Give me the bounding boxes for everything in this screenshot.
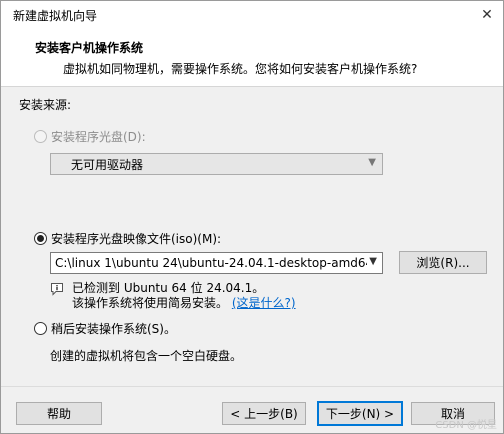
browse-button[interactable]: 浏览(R)... [399, 251, 487, 274]
disc-option-label: 安装程序光盘(D): [51, 130, 146, 144]
install-later-label: 稍后安装操作系统(S)。 [51, 322, 176, 336]
detected-os-text: 已检测到 Ubuntu 64 位 24.04.1。 [72, 281, 265, 295]
easy-install-text: 该操作系统将使用简易安装。 [72, 296, 229, 310]
title-bar: 新建虚拟机向导 ✕ [1, 1, 503, 29]
disc-drive-value: 无可用驱动器 [71, 157, 144, 172]
install-later-description: 创建的虚拟机将包含一个空白硬盘。 [50, 349, 243, 363]
disc-radio[interactable] [34, 130, 47, 143]
iso-option[interactable]: 安装程序光盘映像文件(iso)(M): [34, 230, 221, 247]
help-button[interactable]: 帮助 [16, 402, 102, 425]
install-later-radio[interactable] [34, 322, 47, 335]
window-title: 新建虚拟机向导 [13, 9, 98, 23]
iso-path-value: C:\linux 1\ubuntu 24\ubuntu-24.04.1-desk… [55, 256, 367, 270]
chevron-down-icon[interactable]: ▼ [367, 256, 377, 267]
new-vm-wizard-window: 新建虚拟机向导 ✕ 安装客户机操作系统 虚拟机如同物理机，需要操作系统。您将如何… [0, 0, 504, 434]
page-title: 安装客户机操作系统 [35, 41, 144, 55]
disc-drive-dropdown[interactable]: 无可用驱动器 ▼ [50, 153, 383, 175]
info-message-icon [51, 283, 63, 296]
chevron-down-icon: ▼ [368, 157, 376, 168]
next-button[interactable]: 下一步(N) > [317, 401, 403, 426]
close-icon[interactable]: ✕ [477, 5, 497, 25]
iso-option-label: 安装程序光盘映像文件(iso)(M): [51, 232, 222, 246]
iso-path-combobox[interactable]: C:\linux 1\ubuntu 24\ubuntu-24.04.1-desk… [50, 252, 383, 274]
disc-option[interactable]: 安装程序光盘(D): [34, 128, 146, 145]
install-later-option[interactable]: 稍后安装操作系统(S)。 [34, 320, 176, 337]
footer-divider [1, 386, 503, 387]
install-source-label: 安装来源: [19, 98, 72, 112]
page-subtitle: 虚拟机如同物理机，需要操作系统。您将如何安装客户机操作系统? [63, 62, 418, 76]
detection-info: 已检测到 Ubuntu 64 位 24.04.1。 该操作系统将使用简易安装。 … [50, 281, 296, 311]
iso-radio[interactable] [34, 232, 47, 245]
back-button[interactable]: < 上一步(B) [222, 402, 306, 425]
watermark-text: CSDN @悦星 [435, 420, 497, 431]
wizard-header: 安装客户机操作系统 虚拟机如同物理机，需要操作系统。您将如何安装客户机操作系统? [1, 29, 503, 87]
whats-this-link[interactable]: (这是什么?) [232, 296, 296, 310]
